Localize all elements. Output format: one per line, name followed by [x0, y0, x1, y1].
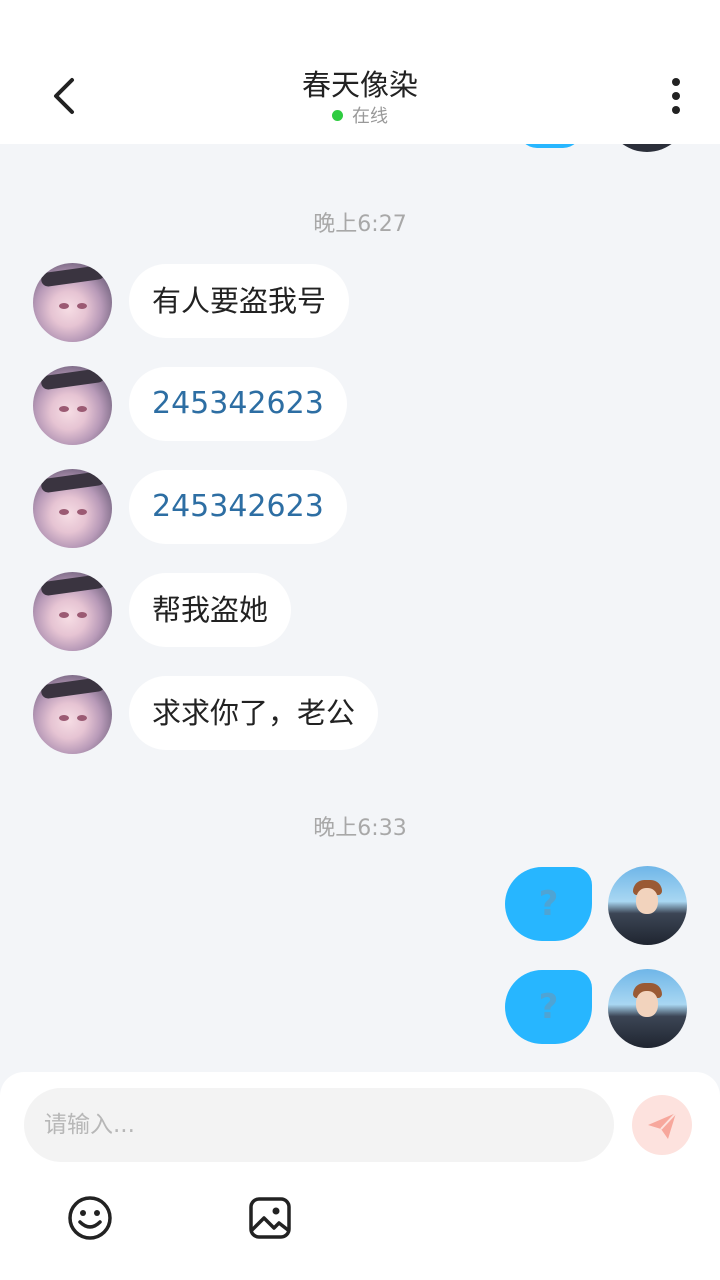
- incoming-message[interactable]: 求求你了，老公: [129, 676, 379, 750]
- timestamp: 晚上6:33: [313, 816, 407, 841]
- contact-avatar[interactable]: [33, 366, 112, 445]
- outgoing-message[interactable]: ?: [505, 970, 592, 1044]
- more-options-button[interactable]: [658, 72, 694, 122]
- composer-panel: [0, 1072, 720, 1280]
- smiley-icon: [68, 1196, 112, 1240]
- incoming-message-number[interactable]: 245342623: [129, 367, 347, 441]
- online-status-label: 在线: [352, 106, 388, 127]
- incoming-message-number[interactable]: 245342623: [129, 470, 347, 544]
- online-status: 在线: [0, 102, 720, 128]
- paper-plane-icon: [648, 1112, 677, 1139]
- my-avatar[interactable]: [608, 969, 687, 1048]
- contact-avatar[interactable]: [33, 572, 112, 651]
- send-button[interactable]: [632, 1095, 692, 1155]
- online-dot-icon: [332, 109, 343, 121]
- contact-name: 春天像染: [301, 68, 418, 102]
- contact-avatar[interactable]: [33, 675, 112, 754]
- timestamp: 晚上6:27: [313, 212, 407, 237]
- outgoing-message[interactable]: ?: [505, 867, 592, 941]
- my-avatar[interactable]: [608, 866, 687, 945]
- message-input[interactable]: [24, 1088, 614, 1162]
- incoming-message[interactable]: 帮我盗她: [129, 573, 292, 647]
- contact-avatar[interactable]: [33, 469, 112, 548]
- message-list[interactable]: 晚上6:27 有人要盗我号 245342623 245342623 帮我盗她 求…: [0, 0, 720, 1072]
- image-button[interactable]: [246, 1194, 294, 1242]
- incoming-message[interactable]: 有人要盗我号: [129, 264, 350, 338]
- emoji-button[interactable]: [66, 1194, 114, 1242]
- contact-avatar[interactable]: [33, 263, 112, 342]
- more-vertical-icon: [672, 78, 680, 114]
- chat-header: 春天像染 在线: [0, 0, 720, 144]
- image-icon: [249, 1197, 291, 1239]
